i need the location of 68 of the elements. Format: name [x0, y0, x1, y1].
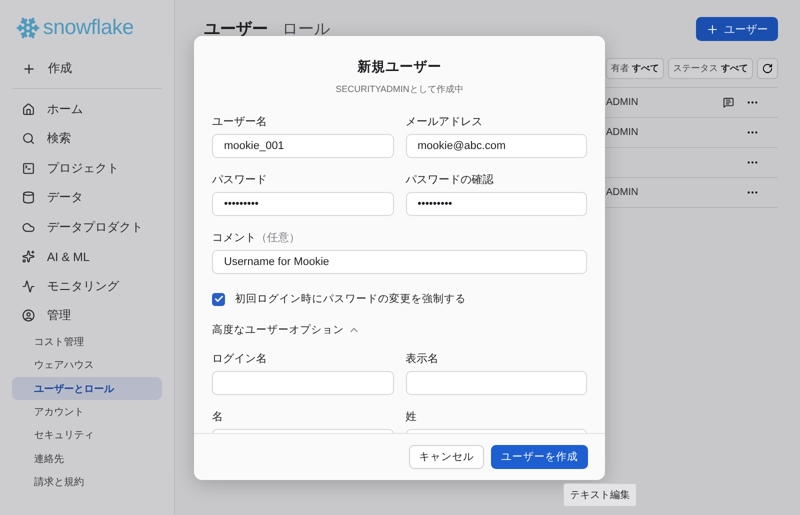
refresh-button[interactable]: [757, 58, 778, 79]
input-field[interactable]: [212, 371, 394, 395]
advanced-options-toggle[interactable]: 高度なユーザーオプション: [212, 323, 360, 337]
filter-label: 有者: [611, 62, 629, 75]
filter-chip[interactable]: 有者 すべて: [606, 58, 664, 79]
terminal-icon: [22, 162, 35, 175]
tooltip: テキスト編集: [563, 483, 637, 507]
optional-hint: （任意）: [256, 231, 300, 245]
tab[interactable]: ロール: [282, 18, 330, 40]
field-label: 名: [212, 410, 224, 424]
nav-subitem[interactable]: ウェアハウス: [12, 354, 162, 378]
checkbox[interactable]: [212, 292, 225, 306]
input-field[interactable]: Username for Mookie: [212, 250, 587, 274]
checkbox-label: 初回ログイン時にパスワードの変更を強制する: [235, 292, 466, 306]
cylinder-icon: [22, 191, 35, 204]
field-label: パスワード: [212, 173, 268, 187]
input-field[interactable]: •••••••••: [406, 192, 587, 216]
house-icon: [22, 102, 35, 116]
field-label: コメント: [212, 231, 256, 245]
input-field[interactable]: mookie_001: [212, 134, 394, 158]
input-field[interactable]: •••••••••: [212, 192, 394, 216]
nav-item[interactable]: 検索: [47, 130, 71, 148]
nav-subitem[interactable]: アカウント: [12, 400, 162, 424]
refresh-icon: [762, 63, 773, 74]
table-cell-text: ADMIN: [606, 127, 640, 138]
user-circle-icon: [22, 309, 35, 322]
input-field[interactable]: [406, 371, 587, 395]
create-link[interactable]: 作成: [48, 60, 72, 78]
nav-item[interactable]: データ: [47, 189, 83, 206]
nav-item[interactable]: AI & ML: [47, 250, 90, 264]
nav-subitem[interactable]: 請求と規約: [12, 470, 162, 494]
cancel-button[interactable]: キャンセル: [409, 445, 484, 469]
dialog-title: 新規ユーザー: [356, 58, 442, 76]
filter-chip[interactable]: ステータス すべて: [668, 58, 753, 79]
field-label: ログイン名: [212, 352, 268, 366]
table-cell-text: ADMIN: [606, 187, 640, 198]
field-label: ユーザー名: [212, 115, 268, 129]
filter-value: すべて: [721, 62, 748, 75]
nav-subitem[interactable]: セキュリティ: [12, 424, 162, 447]
nav-subitem[interactable]: 連絡先: [12, 446, 162, 470]
cloud-icon: [22, 220, 35, 234]
nav-subitem[interactable]: ユーザーとロール: [12, 377, 162, 400]
dialog-subtitle: SECURITYADMINとして作成中: [334, 83, 464, 96]
search-icon: [22, 132, 35, 146]
field-label: パスワードの確認: [406, 173, 494, 187]
nav-item[interactable]: 管理: [47, 307, 71, 324]
nav-subitem[interactable]: コスト管理: [12, 330, 162, 354]
create-user-button[interactable]: ユーザーを作成: [491, 445, 588, 469]
filter-label: ステータス: [673, 62, 718, 75]
logo-text: snowflake: [43, 16, 134, 40]
nav-item[interactable]: プロジェクト: [47, 160, 119, 177]
plus-icon[interactable]: [22, 62, 36, 76]
nav-item[interactable]: モニタリング: [47, 278, 119, 295]
field-label: 姓: [406, 410, 418, 424]
add-user-button[interactable]: ユーザー: [696, 17, 778, 41]
pulse-icon: [22, 280, 35, 293]
nav-item[interactable]: データプロダクト: [47, 218, 143, 236]
sparkle-icon: [22, 250, 35, 264]
nav-item[interactable]: ホーム: [47, 100, 83, 118]
field-label: メールアドレス: [406, 115, 484, 129]
snowflake-logo-icon: [16, 16, 40, 40]
field-label: 表示名: [406, 352, 440, 366]
filter-value: すべて: [632, 62, 659, 75]
tab[interactable]: ユーザー: [204, 18, 268, 40]
input-field[interactable]: mookie@abc.com: [406, 134, 587, 158]
table-cell-text: ADMIN: [606, 97, 640, 108]
plus-icon: [706, 22, 719, 36]
comment-icon[interactable]: [722, 97, 734, 108]
